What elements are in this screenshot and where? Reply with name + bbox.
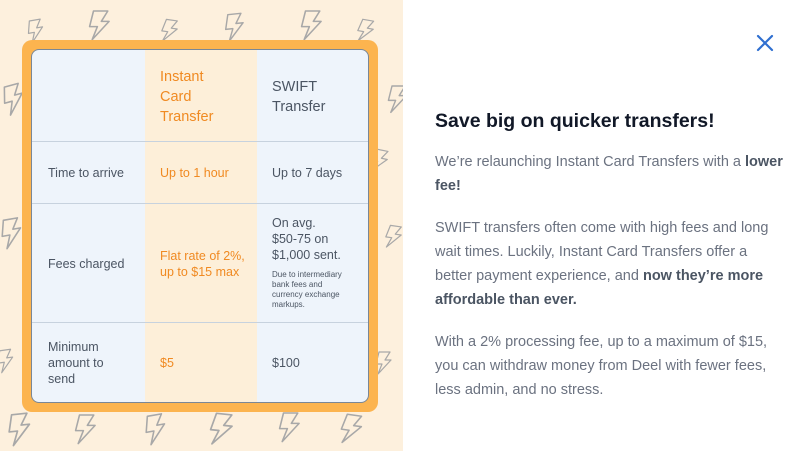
swift-fees-value: On avg. $50-75 on $1,000 sent. [272,216,341,262]
fee-paragraph: With a 2% processing fee, up to a maximu… [435,334,768,398]
illustration-panel: Instant Card Transfer SWIFT Transfer Tim… [0,0,403,451]
row-label-time: Time to arrive [48,166,124,180]
swift-time-value: Up to 7 days [272,166,343,180]
lightning-icon [142,412,169,446]
lightning-icon [88,10,110,41]
swift-paragraph: SWIFT transfers often come with high fee… [435,220,769,308]
lightning-icon [0,348,16,374]
lightning-icon [383,224,403,250]
lightning-icon [300,10,322,41]
lightning-icon [387,85,403,114]
instant-minimum-value: $5 [160,356,174,370]
row-divider [32,141,368,142]
close-button[interactable] [752,30,778,56]
lightning-icon [375,351,392,375]
lightning-icon [278,412,300,443]
lightning-icon [0,216,25,250]
lightning-icon [208,412,235,447]
row-divider [32,203,368,204]
row-divider [32,322,368,323]
row-label-minimum: Minimum amount to send [48,340,104,386]
instant-fees-value: Flat rate of 2%, up to $15 max [160,249,245,279]
swift-fees-footnote: Due to intermediary bank fees and curren… [272,270,342,309]
comparison-table: Instant Card Transfer SWIFT Transfer Tim… [31,49,369,403]
lightning-icon [223,12,246,43]
lightning-icon [74,414,96,445]
instant-card-transfer-header: Instant Card Transfer [160,69,214,125]
swift-transfer-header: SWIFT Transfer [272,79,326,115]
lightning-icon [6,412,33,447]
row-label-fees: Fees charged [48,257,125,271]
close-icon[interactable] [752,30,778,56]
swift-minimum-value: $100 [272,356,300,370]
instant-time-value: Up to 1 hour [160,166,229,180]
intro-paragraph: We’re relaunching Instant Card Transfers… [435,154,783,194]
lightning-icon [338,412,364,446]
modal-title: Save big on quicker transfers! [435,110,715,132]
